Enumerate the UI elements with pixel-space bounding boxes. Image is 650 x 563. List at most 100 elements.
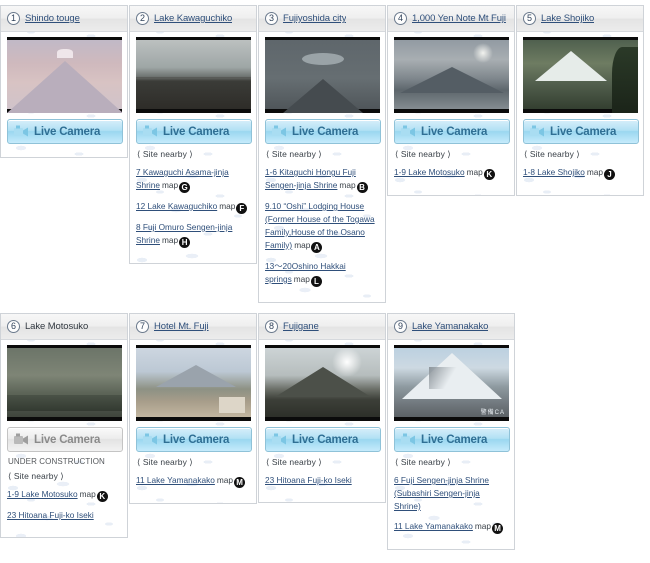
site-nearby-heading: ⟨ Site nearby ⟩ xyxy=(524,149,580,159)
camera-thumbnail[interactable] xyxy=(523,37,638,113)
list-item: 1-9 Lake Motosuko map K xyxy=(394,166,508,180)
map-label: map xyxy=(294,240,311,250)
nearby-site-link[interactable]: 1-9 Lake Motosuko xyxy=(7,489,78,499)
live-camera-button[interactable]: Live Camera xyxy=(7,119,123,144)
card-title[interactable]: Shindo touge xyxy=(25,13,80,24)
camera-thumbnail[interactable] xyxy=(265,37,380,113)
map-marker-badge[interactable]: B xyxy=(356,182,368,193)
live-camera-button[interactable]: Live Camera xyxy=(136,427,252,452)
card-title: Lake Motosuko xyxy=(25,321,89,332)
map-marker-badge[interactable]: A xyxy=(311,242,323,253)
nearby-site-list: 7 Kawaguchi Asama-jinja Shrine map G 12 Lak… xyxy=(136,166,250,248)
camera-card: 7 Hotel Mt. Fuji Live Camera ⟨ Site nearby … xyxy=(129,313,257,504)
card-number-badge: 5 xyxy=(523,12,536,25)
camera-thumbnail[interactable] xyxy=(7,345,122,421)
nearby-site-list: 1-6 Kitaguchi Hongu Fuji Sengen-jinja Sh… xyxy=(265,166,379,287)
live-camera-button[interactable]: Live Camera xyxy=(136,119,252,144)
camera-card: 1 Shindo touge Live Camera xyxy=(0,5,128,158)
map-marker-badge[interactable]: H xyxy=(179,237,191,248)
live-camera-button: Live Camera xyxy=(7,427,123,452)
map-label: map xyxy=(293,274,310,284)
site-nearby-heading: ⟨ Site nearby ⟩ xyxy=(395,149,451,159)
camera-card: 3 Fujiyoshida city Live Camera ⟨ Site nearb… xyxy=(258,5,386,303)
card-number-badge: 1 xyxy=(7,12,20,25)
thumbnail-watermark: 警備CA xyxy=(480,410,505,416)
nearby-site-link[interactable]: 23 Hitoana Fuji-ko Iseki xyxy=(7,510,94,520)
nearby-site-link[interactable]: 1-9 Lake Motosuko xyxy=(394,167,465,177)
list-item: 23 Hitoana Fuji-ko Iseki xyxy=(265,474,379,487)
nearby-site-list: 1-9 Lake Motosuko map K xyxy=(394,166,508,180)
card-title[interactable]: Fujigane xyxy=(283,321,319,332)
camera-card: 9 Lake Yamanakako 警備CA Live Camera ⟨ Site ne… xyxy=(387,313,515,550)
video-camera-icon xyxy=(271,433,288,447)
site-nearby-heading: ⟨ Site nearby ⟩ xyxy=(395,457,451,467)
nearby-site-link[interactable]: 11 Lake Yamanakako xyxy=(136,475,215,485)
card-title[interactable]: Hotel Mt. Fuji xyxy=(154,321,209,332)
camera-card: 4 1,000 Yen Note Mt Fuji Live Camera ⟨ Site… xyxy=(387,5,515,196)
list-item: 23 Hitoana Fuji-ko Iseki xyxy=(7,509,121,522)
map-label: map xyxy=(79,489,96,499)
camera-thumbnail[interactable] xyxy=(7,37,122,113)
list-item: 11 Lake Yamanakako map M xyxy=(394,520,508,534)
card-header: 3 Fujiyoshida city xyxy=(259,6,385,32)
map-label: map xyxy=(161,180,179,190)
card-number-badge: 3 xyxy=(265,12,278,25)
live-camera-label: Live Camera xyxy=(163,433,230,446)
card-header: 6 Lake Motosuko xyxy=(1,314,127,340)
map-label: map xyxy=(161,235,179,245)
live-camera-button[interactable]: Live Camera xyxy=(394,427,510,452)
card-header: 4 1,000 Yen Note Mt Fuji xyxy=(388,6,514,32)
map-marker-badge[interactable]: J xyxy=(603,169,615,180)
list-item: 1-9 Lake Motosuko map K xyxy=(7,488,121,502)
card-title[interactable]: Lake Yamanakako xyxy=(412,321,488,332)
card-header: 8 Fujigane xyxy=(259,314,385,340)
map-marker-badge[interactable]: F xyxy=(236,203,248,214)
live-camera-label: Live Camera xyxy=(292,125,359,138)
map-marker-badge[interactable]: M xyxy=(492,523,504,534)
card-body: Live Camera UNDER CONSTRUCTION ⟨ Site near… xyxy=(1,340,127,537)
live-camera-button[interactable]: Live Camera xyxy=(265,119,381,144)
nearby-site-link[interactable]: 23 Hitoana Fuji-ko Iseki xyxy=(265,475,352,485)
camera-card: 8 Fujigane Live Camera ⟨ Site nearby ⟩ 23 Hi… xyxy=(258,313,386,503)
card-title[interactable]: 1,000 Yen Note Mt Fuji xyxy=(412,13,506,24)
card-title[interactable]: Lake Kawaguchiko xyxy=(154,13,232,24)
map-marker-badge[interactable]: L xyxy=(310,276,322,287)
nearby-site-list: 1-9 Lake Motosuko map K 23 Hitoana Fuji-ko … xyxy=(7,488,121,522)
video-camera-icon xyxy=(13,125,30,139)
site-nearby-heading: ⟨ Site nearby ⟩ xyxy=(137,149,193,159)
map-marker-badge[interactable]: K xyxy=(96,491,108,502)
card-number-badge: 9 xyxy=(394,320,407,333)
list-item: 13～20Oshino Hakkai springs map L xyxy=(265,260,379,287)
video-camera-icon xyxy=(13,433,30,447)
nearby-site-list: 1-8 Lake Shojiko map J xyxy=(523,166,637,180)
card-header: 2 Lake Kawaguchiko xyxy=(130,6,256,32)
card-body: Live Camera ⟨ Site nearby ⟩ 11 Lake Yamana… xyxy=(130,340,256,503)
camera-thumbnail[interactable] xyxy=(136,345,251,421)
list-item: 12 Lake Kawaguchiko map F xyxy=(136,200,250,214)
nearby-site-list: 6 Fuji Sengen-jinja Shrine (Subashiri Se… xyxy=(394,474,508,534)
live-camera-button[interactable]: Live Camera xyxy=(394,119,510,144)
list-item: 6 Fuji Sengen-jinja Shrine (Subashiri Se… xyxy=(394,474,508,513)
live-camera-button[interactable]: Live Camera xyxy=(523,119,639,144)
map-marker-badge[interactable]: K xyxy=(483,169,495,180)
camera-thumbnail[interactable] xyxy=(136,37,251,113)
map-marker-badge[interactable]: G xyxy=(179,182,191,193)
camera-thumbnail[interactable] xyxy=(394,37,509,113)
card-number-badge: 4 xyxy=(394,12,407,25)
list-item: 1-8 Lake Shojiko map J xyxy=(523,166,637,180)
map-marker-badge[interactable]: M xyxy=(234,477,246,488)
card-title[interactable]: Fujiyoshida city xyxy=(283,13,346,24)
card-header: 9 Lake Yamanakako xyxy=(388,314,514,340)
nearby-site-link[interactable]: 12 Lake Kawaguchiko xyxy=(136,201,217,211)
nearby-site-link[interactable]: 1-8 Lake Shojiko xyxy=(523,167,585,177)
camera-card: 6 Lake Motosuko Live Camera UNDER CONSTRUCT… xyxy=(0,313,128,538)
map-label: map xyxy=(466,167,483,177)
live-camera-button[interactable]: Live Camera xyxy=(265,427,381,452)
card-title[interactable]: Lake Shojiko xyxy=(541,13,594,24)
camera-thumbnail[interactable]: 警備CA xyxy=(394,345,509,421)
camera-thumbnail[interactable] xyxy=(265,345,380,421)
nearby-site-link[interactable]: 11 Lake Yamanakako xyxy=(394,521,473,531)
nearby-site-link[interactable]: 6 Fuji Sengen-jinja Shrine (Subashiri Se… xyxy=(394,475,489,511)
site-nearby-heading: ⟨ Site nearby ⟩ xyxy=(266,149,322,159)
card-row-1: 1 Shindo touge Live Camera 2 Lake Kawaguchik… xyxy=(0,5,645,303)
